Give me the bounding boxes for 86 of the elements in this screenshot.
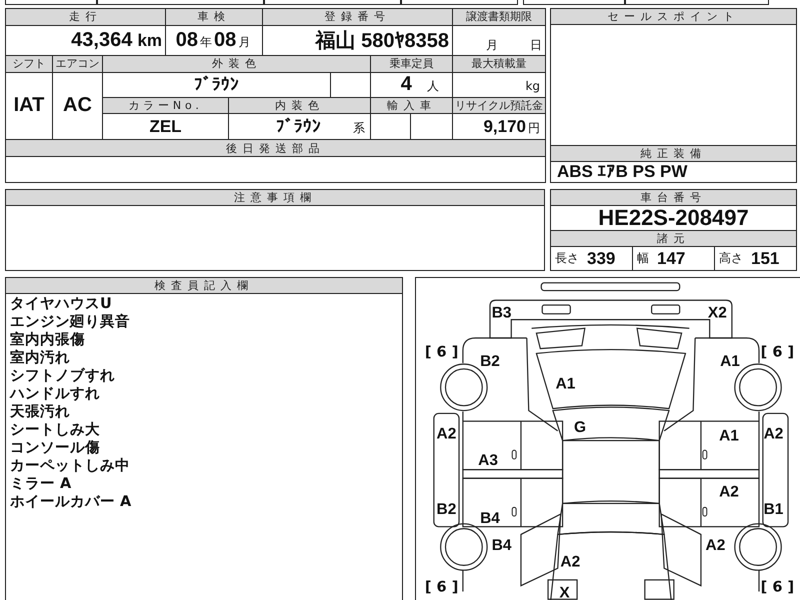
damage-code: B2 [480,353,500,370]
damage-code: X2 [708,304,727,322]
column-header: 最大積載量 [452,55,546,72]
column-header: 走行 [6,8,166,26]
section-header: 検査員記入欄 [6,278,402,294]
inspector-note: カーペットしみ中 [10,457,131,475]
shift-value: IAT [14,94,44,116]
damage-code: A2 [436,426,456,443]
unit-label: km [137,30,162,50]
inspector-note: 室内内張傷 [10,331,86,349]
inspector-note: シフトノブすれ [10,367,116,385]
inspector-note: ホイールカバー A [10,493,132,511]
inspector-note: 室内汚れ [10,349,71,367]
column-header: 外装色 [102,55,371,72]
column-header: リサイクル預託金 [452,97,546,114]
damage-code: B4 [480,510,500,527]
spec-value: 151 [751,248,780,268]
inspector-note: ハンドルすれ [10,385,101,403]
mileage-value: 43,364 [71,28,132,51]
spec-value: 147 [657,248,686,268]
column-header: 輸入車 [370,97,453,114]
unit-label: 円 [528,120,540,135]
column-header: エアコン [52,55,102,72]
tire-tread-depth: [ 6 ] [424,580,458,596]
inspector-note: シートしみ大 [10,421,101,439]
damage-code: B2 [436,501,456,518]
damage-code: X [559,584,570,600]
section-header: セールスポイント [551,9,796,25]
column-header: 後日発送部品 [6,140,546,156]
spec-value: 339 [587,248,616,268]
inspector-note: タイヤハウスU [10,295,113,313]
unit-label: kg [525,79,540,94]
damage-code: A2 [560,553,580,570]
damage-code: B1 [764,501,784,518]
spec-label: 長さ [555,250,579,267]
unit-label: 日 [530,38,542,52]
damage-code: G [574,418,586,436]
damage-code: A3 [478,452,498,469]
section-header: 車台番号 [551,190,796,206]
seating-capacity-value: 4 [400,73,412,96]
inspector-note: ミラー A [10,475,72,493]
tire-tread-depth: [ 6 ] [760,344,794,360]
inspector-note: コンソール傷 [10,439,101,457]
section-header: 注意事項欄 [6,190,544,206]
damage-code: A2 [719,484,739,501]
chassis-number: HE22S-208497 [598,205,749,230]
damage-code: A1 [719,428,739,445]
exterior-color-value: ﾌﾞﾗｳﾝ [194,74,239,94]
unit-label: 年 [200,34,212,49]
column-header: シフト [6,55,52,72]
column-header: 譲渡書類期限 [452,8,546,26]
damage-code: A2 [764,426,784,443]
damage-code: B4 [492,536,512,554]
recycle-fee-value: 9,170 [483,116,526,136]
unit-label: 月 [486,38,498,52]
air-conditioner-value: AC [63,94,92,116]
color-number-value: ZEL [149,116,182,136]
month-value: 08 [214,28,236,51]
spec-label: 幅 [637,250,649,267]
tire-tread-depth: [ 6 ] [424,344,458,360]
door-handle-icon [512,506,517,517]
column-header: 車検 [166,8,263,26]
door-handle-icon [702,506,708,517]
unit-label: 系 [353,120,366,135]
spec-label: 高さ [719,250,743,267]
unit-label: 人 [427,79,440,94]
inspector-note: 天張汚れ [10,403,71,421]
year-value: 08 [176,28,198,51]
column-header: 乗車定員 [370,55,453,72]
section-header: 純正装備 [551,145,796,162]
interior-color-value: ﾌﾞﾗｳﾝ [276,116,322,136]
column-header: カラーNo. [102,97,229,114]
damage-code: A2 [706,536,726,554]
unit-label: 月 [238,34,250,49]
damage-code: A1 [720,353,740,370]
tire-tread-depth: [ 6 ] [760,580,794,596]
inspector-note: エンジン廻り異音 [10,313,131,331]
column-header: 登録番号 [262,8,453,26]
damage-code: B3 [492,304,512,322]
door-handle-icon [702,450,708,460]
section-header: 諸元 [551,230,796,247]
equipment-list: ABS ｴｱB PS PW [557,162,688,182]
column-header: 内装色 [228,97,371,114]
door-handle-icon [512,450,517,460]
damage-code: A1 [556,375,576,392]
registration-number: 福山 580ﾔ8358 [316,30,450,52]
